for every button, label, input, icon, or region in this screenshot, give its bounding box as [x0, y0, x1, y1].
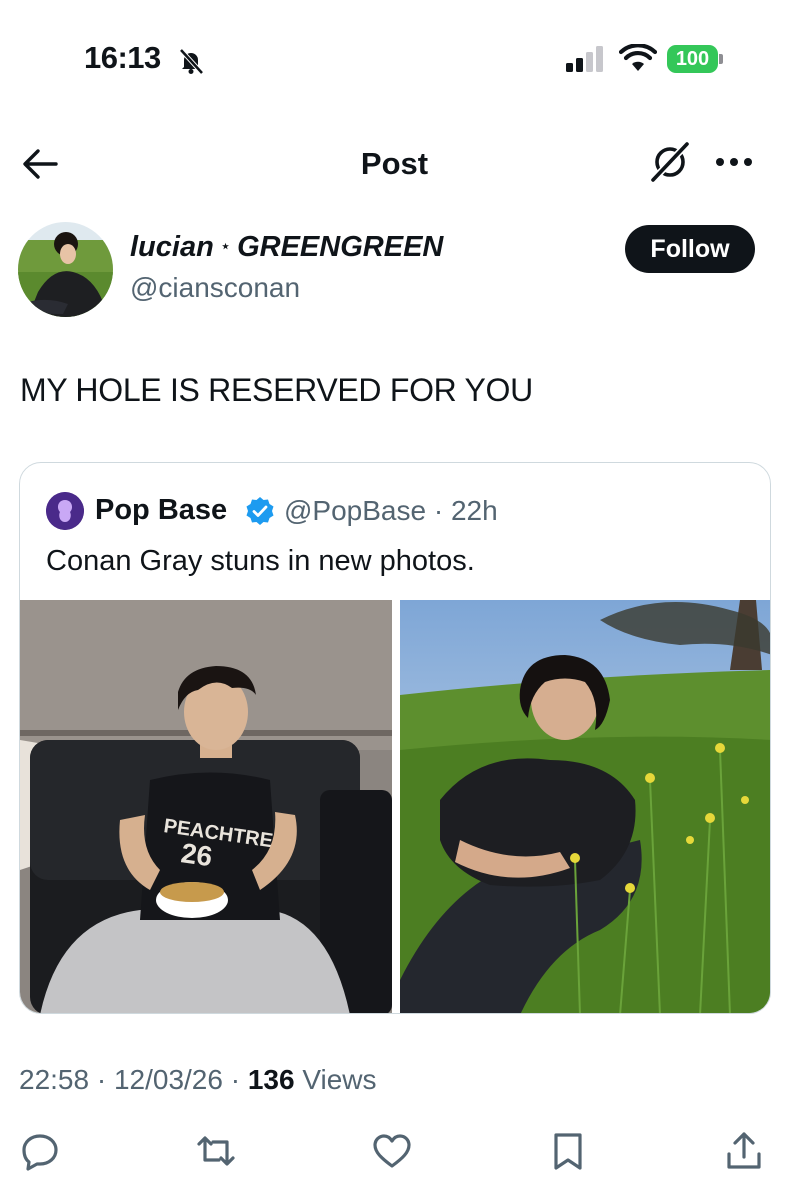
bell-slash-icon: [179, 48, 204, 75]
reply-icon[interactable]: [19, 1130, 61, 1172]
author-name-part1: lucian: [130, 231, 214, 263]
cellular-signal-icon: [566, 46, 603, 72]
author-display-name[interactable]: lucian ⋆ GREENGREEN: [130, 231, 443, 264]
post-meta: 22:58 · 12/03/26 · 136 Views: [19, 1064, 377, 1096]
author-handle[interactable]: @ciansconan: [130, 272, 300, 304]
wifi-icon: [619, 44, 657, 71]
quoted-author-avatar: [46, 492, 84, 530]
quoted-post[interactable]: Pop Base @PopBase · 22h Conan Gray stuns…: [19, 462, 771, 1014]
svg-text:26: 26: [179, 837, 214, 872]
views-count: 136: [247, 1064, 295, 1095]
quoted-photo-2[interactable]: [400, 600, 770, 1013]
follow-button[interactable]: Follow: [625, 225, 755, 273]
quoted-author-name: Pop Base: [95, 494, 228, 526]
author-name-part2: GREENGREEN: [237, 231, 444, 263]
retweet-icon[interactable]: [195, 1130, 237, 1172]
like-icon[interactable]: [371, 1130, 413, 1172]
status-bar: 16:13 100: [0, 0, 789, 120]
battery-level: 100: [667, 45, 718, 73]
post-timestamp: 22:58 · 12/03/26 ·: [19, 1064, 248, 1095]
bookmark-icon[interactable]: [547, 1130, 589, 1172]
more-dots-icon[interactable]: [712, 142, 756, 182]
author-avatar[interactable]: [18, 222, 113, 317]
post-header: Post: [0, 120, 789, 210]
quoted-handle-time: @PopBase · 22h: [284, 495, 498, 526]
status-time: 16:13: [84, 40, 161, 75]
grok-icon[interactable]: [648, 140, 692, 184]
verified-badge-icon: [246, 497, 274, 525]
share-icon[interactable]: [723, 1130, 765, 1172]
battery-icon: 100: [667, 45, 723, 73]
quoted-post-text: Conan Gray stuns in new photos.: [46, 545, 475, 577]
name-separator-star: ⋆: [219, 236, 232, 256]
quoted-photo-1[interactable]: PEACHTREE 26: [20, 600, 392, 1013]
views-label: Views: [294, 1064, 377, 1095]
post-text: MY HOLE IS RESERVED FOR YOU: [20, 372, 533, 408]
